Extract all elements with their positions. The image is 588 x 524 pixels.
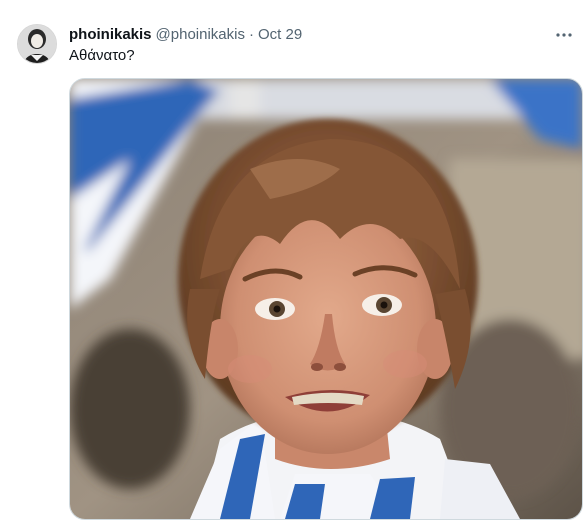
tweet-timestamp[interactable]: Oct 29: [258, 25, 302, 45]
tweet-header: phoinikakis @phoinikakis · Oct 29: [69, 25, 302, 45]
photo-child-greek-flag-icon: [70, 79, 582, 519]
display-name[interactable]: phoinikakis: [69, 25, 152, 45]
user-handle[interactable]: @phoinikakis: [156, 25, 245, 45]
separator-dot: ·: [248, 26, 254, 43]
profile-avatar[interactable]: [17, 24, 57, 64]
more-horizontal-icon[interactable]: [554, 27, 574, 43]
tweet-photo[interactable]: [69, 78, 583, 520]
tweet-card[interactable]: phoinikakis @phoinikakis · Oct 29 Αθάνατ…: [0, 0, 588, 524]
tweet-text: Αθάνατο?: [69, 47, 135, 64]
avatar-image: [18, 25, 56, 63]
